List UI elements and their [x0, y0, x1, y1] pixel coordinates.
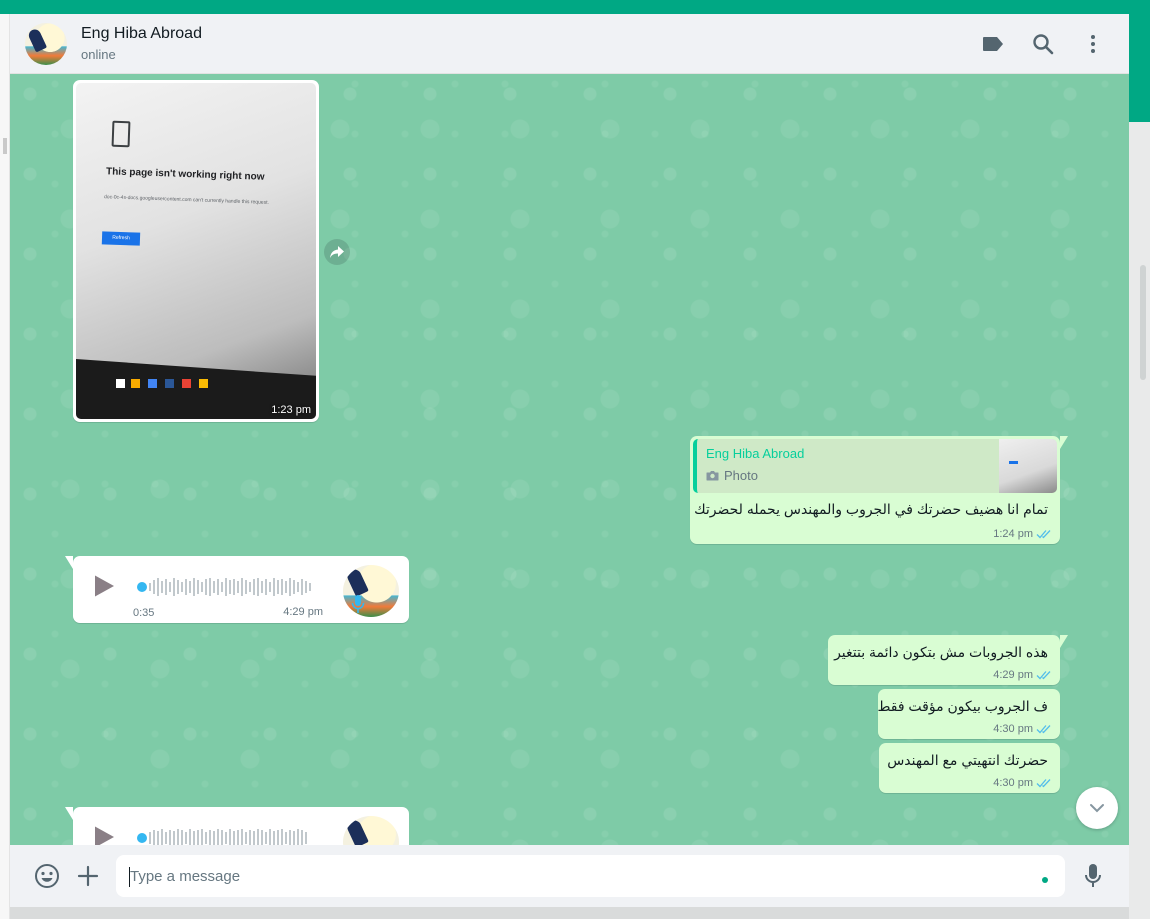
chevron-down-icon — [1090, 804, 1104, 813]
camera-icon — [706, 471, 719, 481]
chat-header: Eng Hiba Abroad online — [10, 14, 1129, 74]
attach-icon[interactable] — [74, 862, 102, 890]
message-text: هذه الجروبات مش بتكون دائمة بتتغير — [834, 644, 1048, 660]
forward-button[interactable] — [324, 239, 350, 265]
quoted-message[interactable]: Eng Hiba Abroad Photo — [693, 439, 1057, 493]
outgoing-text-message[interactable]: هذه الجروبات مش بتكون دائمة بتتغير 4:29 … — [828, 635, 1068, 685]
taskbar-app-icon — [131, 379, 140, 388]
outgoing-text-message[interactable]: ف الجروب بيكون مؤقت فقط 4:30 pm — [877, 689, 1060, 739]
play-icon — [95, 826, 114, 845]
window-right-strip — [1129, 14, 1150, 122]
waveform-scrubber[interactable] — [137, 582, 147, 592]
forward-icon — [330, 246, 344, 258]
mic-icon[interactable] — [1079, 862, 1107, 890]
read-ticks-icon — [1036, 725, 1051, 734]
voice-waveform[interactable] — [137, 827, 317, 845]
menu-icon[interactable] — [1080, 31, 1106, 57]
message-input[interactable] — [116, 855, 1065, 897]
message-text: تمام انا هضيف حضرتك في الجروب والمهندس ي… — [694, 501, 1048, 517]
message-time: 1:24 pm — [993, 528, 1033, 540]
scroll-to-bottom-button[interactable] — [1076, 787, 1118, 829]
message-meta: 4:30 pm — [993, 777, 1052, 789]
window-bottom-panel — [10, 907, 1129, 919]
play-icon — [95, 575, 114, 597]
bubble-tail — [65, 556, 73, 569]
photo-page-button: Refresh — [101, 231, 141, 246]
page-scrollbar[interactable] — [1140, 265, 1146, 380]
incoming-voice-message[interactable] — [65, 807, 409, 845]
label-icon[interactable] — [980, 31, 1006, 57]
message-text: ف الجروب بيكون مؤقت فقط — [877, 698, 1048, 714]
message-time: 4:30 pm — [993, 723, 1033, 735]
bubble-tail — [1060, 635, 1068, 648]
voice-duration: 0:35 — [133, 607, 155, 619]
search-icon[interactable] — [1030, 31, 1056, 57]
photo-thumbnail[interactable]: This page isn't working right now doc-0c… — [76, 83, 316, 419]
incoming-photo-message[interactable]: This page isn't working right now doc-0c… — [73, 80, 319, 422]
message-time: 4:29 pm — [283, 606, 323, 618]
text-caret — [129, 867, 130, 887]
chat-area[interactable]: This page isn't working right now doc-0c… — [10, 74, 1129, 845]
quoted-photo-thumbnail — [999, 439, 1057, 493]
broken-file-icon — [111, 120, 131, 148]
quoted-author: Eng Hiba Abroad — [706, 446, 805, 461]
window-right-panel — [1129, 122, 1150, 919]
taskbar-app-icon — [199, 379, 208, 388]
waveform-scrubber[interactable] — [137, 833, 147, 843]
message-time: 4:30 pm — [993, 777, 1033, 789]
read-ticks-icon — [1036, 671, 1051, 680]
bubble-tail — [1060, 436, 1068, 449]
message-time: 1:23 pm — [271, 404, 311, 416]
bubble-tail — [65, 807, 73, 820]
composer-bar — [10, 845, 1129, 907]
message-meta: 4:30 pm — [993, 723, 1052, 735]
taskbar-app-icon — [148, 379, 157, 388]
emoji-icon[interactable] — [33, 862, 61, 890]
quoted-type-label: Photo — [724, 468, 758, 483]
window-left-panel — [0, 14, 10, 919]
message-text: حضرتك انتهيتي مع المهندس — [887, 752, 1048, 768]
message-time: 4:29 pm — [993, 669, 1033, 681]
play-button[interactable] — [93, 825, 115, 845]
left-scroll-mark — [3, 138, 7, 154]
outgoing-text-message[interactable]: حضرتك انتهيتي مع المهندس 4:30 pm — [879, 743, 1060, 793]
mic-badge-icon — [351, 594, 365, 619]
message-meta: 1:24 pm — [993, 528, 1052, 540]
read-ticks-icon — [1036, 779, 1051, 788]
taskbar-app-icon — [165, 379, 174, 388]
window-top-strip — [0, 0, 1150, 14]
photo-page-subtitle: doc-0c-4s-docs.googleusercontent.com can… — [103, 194, 269, 206]
status-dot — [1042, 877, 1048, 883]
voice-waveform[interactable] — [137, 576, 317, 598]
read-ticks-icon — [1036, 530, 1051, 539]
sender-avatar — [343, 816, 399, 845]
outgoing-reply-message[interactable]: Eng Hiba Abroad Photo تمام انا هضيف حضرت… — [690, 436, 1068, 544]
play-button[interactable] — [93, 574, 115, 603]
contact-status: online — [81, 47, 116, 62]
quoted-type: Photo — [706, 468, 758, 483]
photo-page-title: This page isn't working right now — [105, 166, 265, 183]
taskbar-app-icon — [116, 379, 125, 388]
contact-name[interactable]: Eng Hiba Abroad — [81, 25, 202, 43]
incoming-voice-message[interactable]: 0:35 4:29 pm — [65, 556, 409, 623]
taskbar-app-icon — [182, 379, 191, 388]
message-meta: 4:29 pm — [993, 669, 1052, 681]
contact-avatar[interactable] — [25, 23, 67, 65]
